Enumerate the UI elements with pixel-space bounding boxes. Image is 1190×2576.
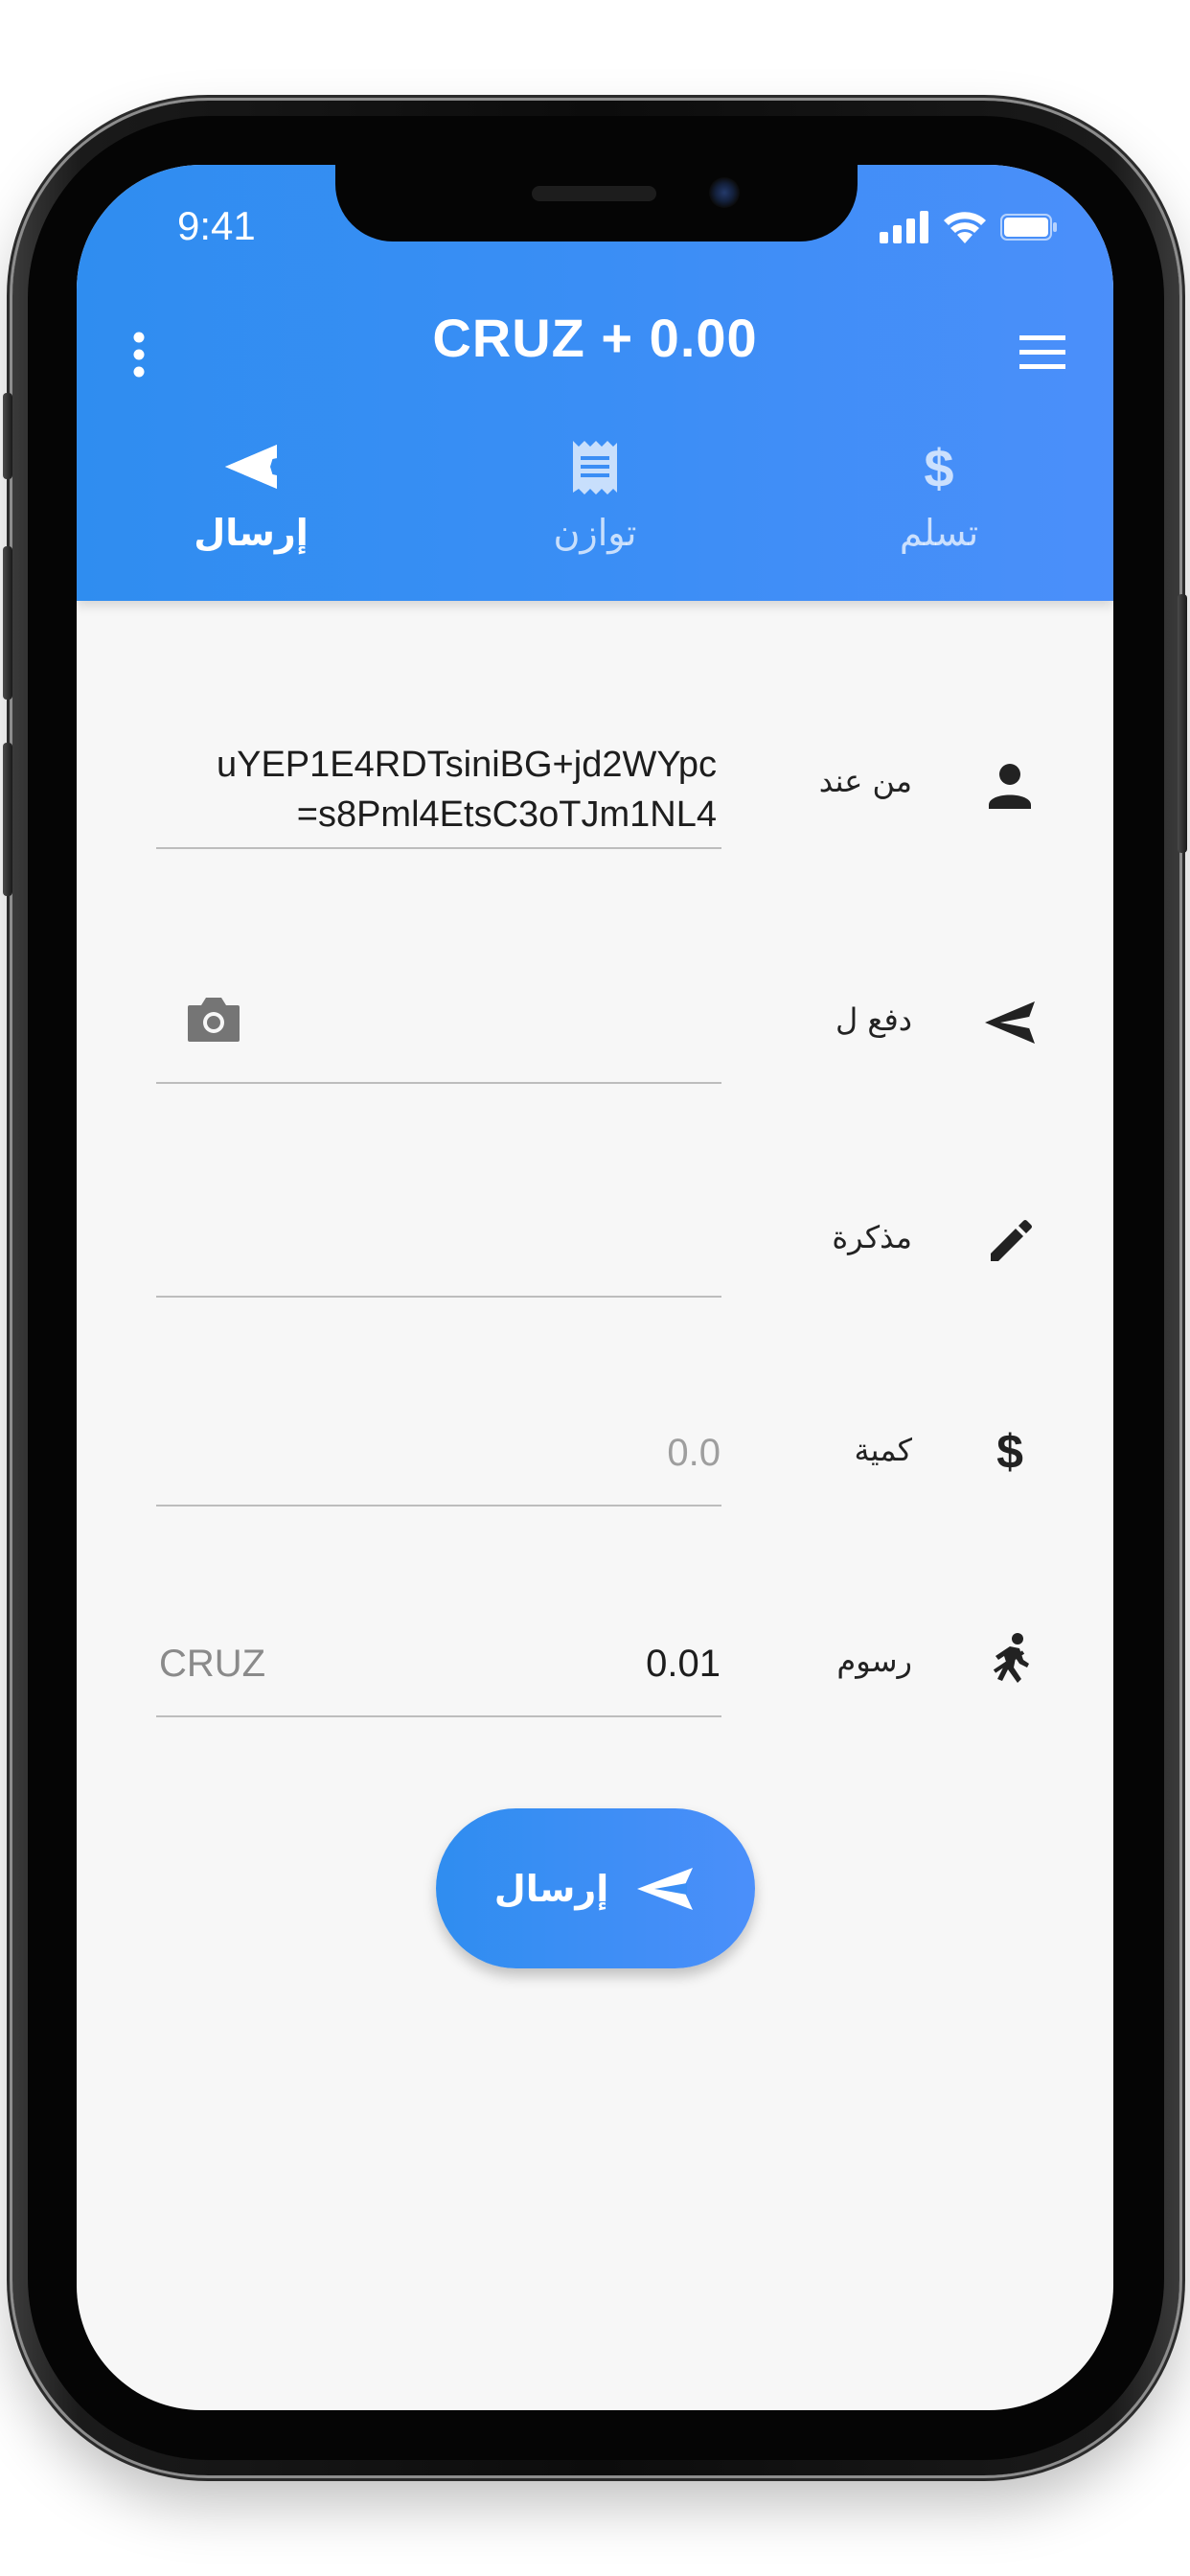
camera-icon[interactable] bbox=[184, 992, 243, 1046]
hamburger-menu-icon[interactable] bbox=[1016, 328, 1069, 376]
tab-receive-label: تسلم bbox=[899, 512, 979, 554]
from-address[interactable]: uYEP1E4RDTsiniBG+jd2WYpc =s8Pml4EtsC3oTJ… bbox=[172, 740, 717, 840]
fee-underline bbox=[156, 1715, 721, 1717]
app-screen: 9:41 CRUZ + 0.00 إرسال توازن $ تسلم uYEP… bbox=[77, 165, 1113, 2410]
from-label: من عند bbox=[818, 763, 912, 799]
receipt-icon bbox=[573, 441, 617, 494]
tab-balance[interactable]: توازن bbox=[451, 424, 739, 596]
memo-input[interactable] bbox=[156, 1219, 721, 1296]
fee-currency-suffix: CRUZ bbox=[159, 1643, 266, 1685]
battery-icon bbox=[1000, 214, 1057, 241]
send-button[interactable]: إرسال bbox=[436, 1808, 755, 1968]
pay-to-label: دفع ل bbox=[835, 1001, 912, 1038]
amount-underline bbox=[156, 1505, 721, 1506]
fee-input[interactable]: 0.01 bbox=[646, 1643, 721, 1686]
amount-label: كمية bbox=[854, 1432, 912, 1468]
tab-bar: إرسال توازن $ تسلم bbox=[77, 424, 1113, 601]
dollar-icon: $ bbox=[924, 438, 953, 498]
from-address-line-2: =s8Pml4EtsC3oTJm1NL4 bbox=[296, 794, 717, 835]
from-underline bbox=[156, 847, 721, 849]
fee-label: رسوم bbox=[836, 1643, 912, 1679]
power-button bbox=[1178, 594, 1187, 853]
volume-up-button bbox=[3, 546, 12, 700]
page-title: CRUZ + 0.00 bbox=[432, 308, 758, 368]
tab-send-label: إرسال bbox=[194, 512, 309, 554]
device-notch bbox=[335, 165, 858, 242]
signal-icon bbox=[880, 211, 928, 243]
send-icon bbox=[637, 1867, 694, 1910]
send-button-label: إرسال bbox=[493, 1867, 609, 1910]
front-camera bbox=[709, 177, 740, 208]
pay-to-underline bbox=[156, 1082, 721, 1084]
svg-text:$: $ bbox=[996, 1425, 1023, 1479]
memo-underline bbox=[156, 1296, 721, 1298]
status-icons bbox=[880, 211, 1058, 243]
send-icon bbox=[225, 445, 277, 489]
status-time: 9:41 bbox=[177, 203, 256, 248]
amount-input[interactable]: 0.0 bbox=[667, 1432, 721, 1475]
tab-receive[interactable]: $ تسلم bbox=[795, 424, 1083, 596]
tab-send[interactable]: إرسال bbox=[107, 424, 395, 596]
tab-balance-label: توازن bbox=[553, 512, 637, 554]
person-icon bbox=[989, 764, 1031, 809]
dollar-icon: $ bbox=[996, 1425, 1023, 1479]
mute-switch bbox=[3, 393, 12, 479]
wifi-icon bbox=[944, 212, 986, 243]
volume-down-button bbox=[3, 743, 12, 896]
svg-text:$: $ bbox=[924, 438, 953, 498]
pencil-icon bbox=[991, 1220, 1032, 1261]
from-address-line-1: uYEP1E4RDTsiniBG+jd2WYpc bbox=[216, 745, 717, 785]
send-icon bbox=[985, 1001, 1035, 1044]
app-header: 9:41 CRUZ + 0.00 إرسال توازن $ تسلم bbox=[77, 165, 1113, 601]
memo-label: مذكرة bbox=[832, 1219, 912, 1255]
walk-icon bbox=[993, 1633, 1029, 1683]
speaker-grille bbox=[532, 186, 656, 201]
